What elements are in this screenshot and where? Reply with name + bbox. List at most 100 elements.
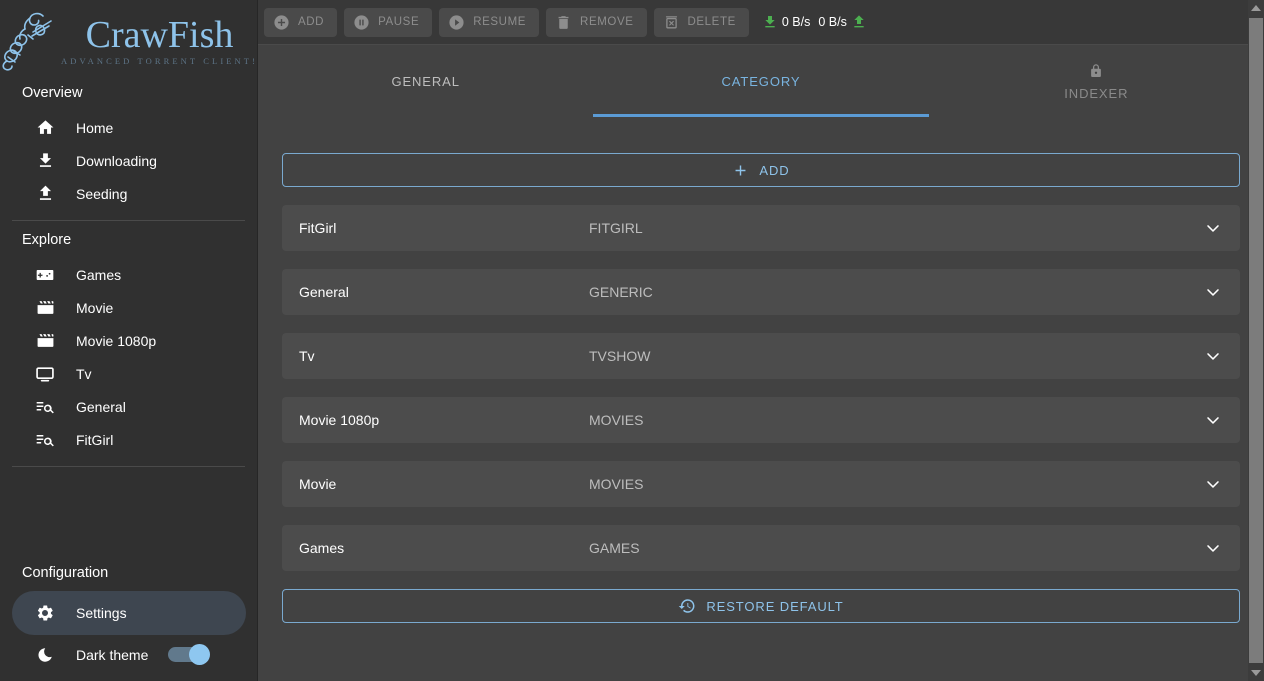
- remove-button[interactable]: REMOVE: [546, 7, 647, 37]
- sidebar-item-settings[interactable]: Settings: [12, 591, 246, 635]
- resume-button[interactable]: RESUME: [439, 7, 540, 37]
- gamepad-icon: [34, 264, 56, 286]
- plus-icon: [732, 162, 749, 179]
- category-type: MOVIES: [589, 412, 644, 428]
- brand-tagline: ADVANCED TORRENT CLIENT!: [60, 55, 258, 66]
- sidebar-item-label: Home: [76, 119, 114, 136]
- category-row[interactable]: Tv TVSHOW: [282, 333, 1240, 379]
- pause-button[interactable]: PAUSE: [344, 7, 433, 37]
- chevron-down-icon[interactable]: [1203, 346, 1223, 366]
- category-row[interactable]: Movie MOVIES: [282, 461, 1240, 507]
- restore-icon: [678, 597, 696, 615]
- sidebar-item-label: Seeding: [76, 185, 128, 202]
- tab-indexer[interactable]: INDEXER: [929, 45, 1264, 117]
- sidebar-item-movie-1080p[interactable]: Movie 1080p: [0, 324, 245, 357]
- scroll-down-arrow-icon: [1251, 670, 1261, 676]
- sidebar-section-overview-title: Overview: [22, 85, 83, 101]
- scroll-down-button[interactable]: [1248, 665, 1264, 681]
- sidebar: CrawFish ADVANCED TORRENT CLIENT! Overvi…: [0, 0, 258, 681]
- scroll-up-button[interactable]: [1248, 0, 1264, 16]
- tab-category[interactable]: CATEGORY: [593, 45, 929, 117]
- sidebar-item-label: Movie: [76, 299, 114, 316]
- brand-logo[interactable]: CrawFish ADVANCED TORRENT CLIENT!: [0, 0, 257, 74]
- add-category-button[interactable]: ADD: [282, 153, 1240, 187]
- movie-clapper-icon: [34, 330, 56, 352]
- category-type: FITGIRL: [589, 220, 643, 236]
- add-button[interactable]: ADD: [264, 7, 338, 37]
- settings-tab-bar: GENERAL CATEGORY INDEXER: [258, 45, 1264, 117]
- crawfish-logo-icon: [0, 9, 59, 71]
- lock-icon: [1087, 62, 1105, 80]
- sidebar-item-home[interactable]: Home: [0, 111, 245, 144]
- sidebar-divider-bottom: [12, 466, 245, 467]
- category-type: GAMES: [589, 540, 640, 556]
- resume-button-label: RESUME: [473, 16, 527, 28]
- remove-button-label: REMOVE: [580, 16, 634, 28]
- category-name: General: [299, 284, 349, 300]
- sidebar-item-label: Movie 1080p: [76, 332, 157, 349]
- add-category-label: ADD: [759, 162, 790, 178]
- category-row[interactable]: Movie 1080p MOVIES: [282, 397, 1240, 443]
- sidebar-item-tv[interactable]: Tv: [0, 357, 245, 390]
- sidebar-item-label: Downloading: [76, 152, 157, 169]
- app-window: CrawFish ADVANCED TORRENT CLIENT! Overvi…: [0, 0, 1264, 681]
- sidebar-item-label: Settings: [76, 605, 127, 621]
- sidebar-configuration-section: Configuration Settings Dark theme: [0, 554, 257, 681]
- plus-circle-icon: [273, 14, 290, 31]
- sidebar-item-label: Tv: [76, 365, 92, 382]
- trash-icon: [555, 14, 572, 31]
- sidebar-section-configuration-title: Configuration: [22, 565, 109, 581]
- sidebar-section-explore-title: Explore: [22, 232, 72, 248]
- category-type: TVSHOW: [589, 348, 651, 364]
- sidebar-item-label: FitGirl: [76, 431, 114, 448]
- vertical-scrollbar[interactable]: [1248, 0, 1264, 681]
- dark-theme-row[interactable]: Dark theme: [0, 635, 257, 675]
- chevron-down-icon[interactable]: [1203, 538, 1223, 558]
- category-row[interactable]: FitGirl FITGIRL: [282, 205, 1240, 251]
- transfer-speed-indicator: 0 B/s 0 B/s: [762, 14, 867, 30]
- movie-clapper-icon: [34, 297, 56, 319]
- main-content: ADD PAUSE RESUME REMOVE DELETE 0 B/s 0 B…: [258, 0, 1264, 681]
- tab-general[interactable]: GENERAL: [258, 45, 593, 117]
- sidebar-item-seeding[interactable]: Seeding: [0, 177, 245, 210]
- category-panel: ADD FitGirl FITGIRL General GENERIC Tv T…: [258, 117, 1264, 623]
- category-list: FitGirl FITGIRL General GENERIC Tv TVSHO…: [282, 205, 1240, 571]
- delete-button[interactable]: DELETE: [653, 7, 749, 37]
- add-button-label: ADD: [298, 16, 325, 28]
- tv-monitor-icon: [34, 363, 56, 385]
- category-name: Movie 1080p: [299, 412, 380, 428]
- pause-circle-icon: [353, 14, 370, 31]
- pause-button-label: PAUSE: [378, 16, 420, 28]
- scrollbar-thumb[interactable]: [1249, 18, 1263, 663]
- category-name: Movie: [299, 476, 337, 492]
- sidebar-item-label: General: [76, 398, 126, 415]
- chevron-down-icon[interactable]: [1203, 474, 1223, 494]
- gear-icon: [34, 602, 56, 624]
- sidebar-item-movie[interactable]: Movie: [0, 291, 245, 324]
- category-name: FitGirl: [299, 220, 337, 236]
- dark-theme-label: Dark theme: [76, 647, 149, 663]
- chevron-down-icon[interactable]: [1203, 410, 1223, 430]
- chevron-down-icon[interactable]: [1203, 282, 1223, 302]
- sidebar-item-downloading[interactable]: Downloading: [0, 144, 245, 177]
- category-row[interactable]: Games GAMES: [282, 525, 1240, 571]
- scroll-up-arrow-icon: [1251, 5, 1261, 11]
- category-row[interactable]: General GENERIC: [282, 269, 1240, 315]
- restore-default-button[interactable]: RESTORE DEFAULT: [282, 589, 1240, 623]
- sidebar-item-games[interactable]: Games: [0, 258, 245, 291]
- dark-theme-toggle[interactable]: [168, 644, 211, 665]
- upload-speed-value: 0 B/s: [818, 15, 847, 29]
- manage-search-icon: [34, 396, 56, 418]
- upload-icon: [34, 183, 56, 205]
- brand-name: CrawFish: [85, 13, 234, 56]
- chevron-down-icon[interactable]: [1203, 218, 1223, 238]
- play-circle-icon: [448, 14, 465, 31]
- category-type: GENERIC: [589, 284, 653, 300]
- home-icon: [34, 117, 56, 139]
- sidebar-item-fitgirl[interactable]: FitGirl: [0, 423, 245, 456]
- sidebar-item-general[interactable]: General: [0, 390, 245, 423]
- download-arrow-icon: [762, 14, 778, 30]
- sidebar-item-label: Games: [76, 266, 122, 283]
- active-tab-indicator: [593, 114, 929, 117]
- toggle-thumb: [189, 644, 211, 665]
